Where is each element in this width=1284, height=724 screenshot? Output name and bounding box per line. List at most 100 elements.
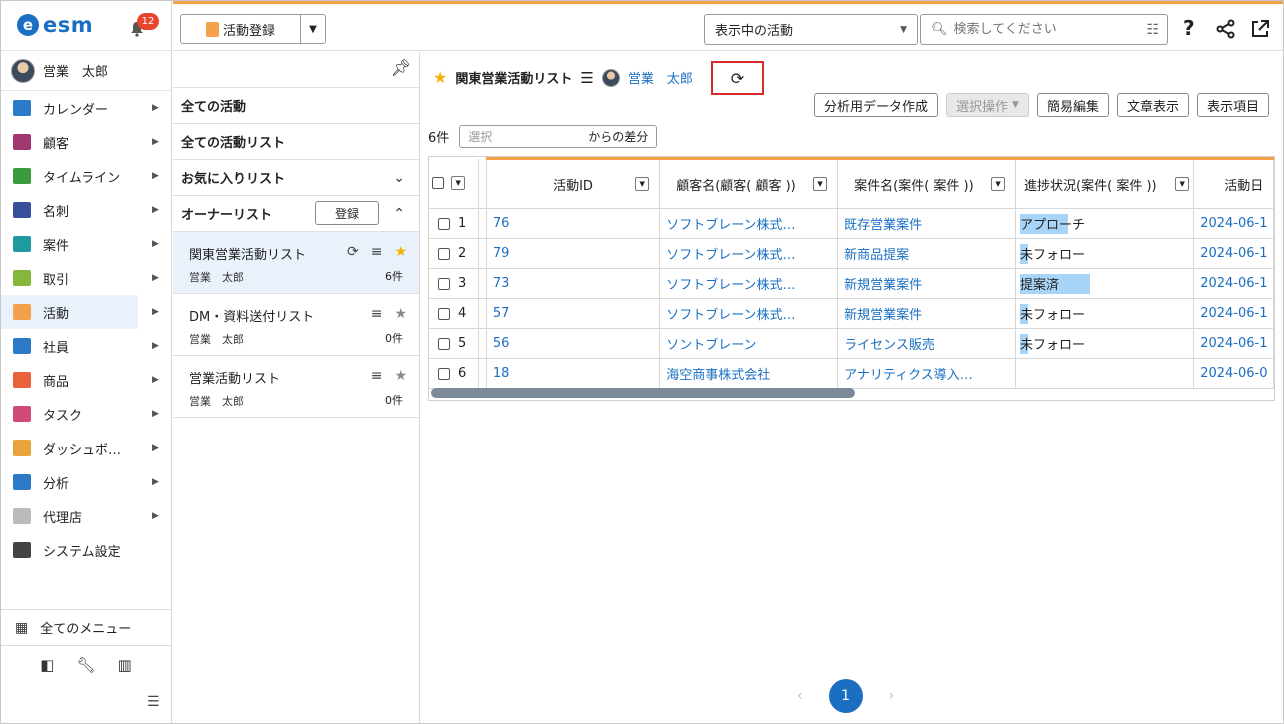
wrench-icon[interactable]: 🔧︎ <box>76 656 95 674</box>
register-main[interactable]: 活動登録 <box>181 15 301 43</box>
select-all-dropdown[interactable]: ▼ <box>451 176 466 191</box>
row-checkbox[interactable] <box>438 217 450 230</box>
sidebar-item[interactable]: 商品 ▶ <box>1 363 171 397</box>
esm-logo[interactable]: e esm <box>17 13 93 37</box>
activity-id-link[interactable]: 79 <box>486 238 661 269</box>
view-select[interactable]: 表示中の活動 ▼ <box>704 14 918 45</box>
header-status[interactable]: 進捗状況(案件( 案件 )) ▼ <box>1015 157 1195 209</box>
sidebar-item[interactable]: システム設定 <box>1 533 171 567</box>
activity-id-link[interactable]: 57 <box>486 298 661 329</box>
sidebar-item[interactable]: 顧客 ▶ <box>1 125 171 159</box>
edit-list-icon[interactable]: ≡ <box>371 368 383 384</box>
favorite-star-icon[interactable]: ★ <box>433 68 447 87</box>
activity-id-link[interactable]: 76 <box>486 208 661 239</box>
column-menu-icon[interactable]: ▼ <box>991 177 1006 191</box>
edit-list-icon[interactable]: ≡ <box>371 244 383 260</box>
filter-settings-icon[interactable]: ☷ <box>1146 22 1159 38</box>
manual-icon[interactable]: ◧ <box>40 656 54 674</box>
table-row[interactable]: 5 56 ソントブレーン ライセンス販売 未フォロー 2024-06-1 <box>429 328 1274 359</box>
deal-link[interactable]: 新規営業案件 <box>837 298 1017 329</box>
sidebar-item[interactable]: タイムライン ▶ <box>1 159 171 193</box>
pin-icon[interactable]: 📌︎ <box>391 58 411 77</box>
table-row[interactable]: 4 57 ソフトブレーン株式… 新規営業案件 未フォロー 2024-06-1 <box>429 298 1274 329</box>
row-checkbox[interactable] <box>438 337 450 350</box>
diff-select[interactable]: 選択 からの差分 <box>459 125 658 148</box>
list-item[interactable]: DM・資料送付リスト 営業 太郎 0件 ≡ ★ <box>173 294 419 356</box>
sidebar-item[interactable]: 活動 ▶ <box>1 295 159 329</box>
customer-link[interactable]: 海空商事株式会社 <box>659 358 839 389</box>
activity-id-link[interactable]: 56 <box>486 328 661 359</box>
activity-id-link[interactable]: 73 <box>486 268 661 299</box>
column-menu-icon[interactable]: ▼ <box>635 177 650 191</box>
select-all-checkbox[interactable] <box>432 177 444 190</box>
search-input[interactable] <box>953 22 1134 37</box>
column-menu-icon[interactable]: ▼ <box>1175 177 1190 191</box>
text-view-button[interactable]: 文章表示 <box>1116 93 1189 117</box>
activity-date-link[interactable]: 2024-06-1 <box>1193 298 1274 329</box>
table-row[interactable]: 1 76 ソフトブレーン株式… 既存営業案件 アプローチ 2024-06-1 <box>429 208 1274 239</box>
activity-id-link[interactable]: 18 <box>486 358 661 389</box>
sidebar-item[interactable]: カレンダー ▶ <box>1 91 171 125</box>
all-lists-link[interactable]: 全ての活動リスト <box>173 124 419 160</box>
sidebar-item[interactable]: 分析 ▶ <box>1 465 171 499</box>
external-link-icon[interactable] <box>1250 19 1270 39</box>
deal-link[interactable]: 既存営業案件 <box>837 208 1017 239</box>
chevron-up-icon[interactable]: ⌃ <box>393 206 405 222</box>
sidebar-item[interactable]: 取引 ▶ <box>1 261 171 295</box>
user-row[interactable]: 営業 太郎 <box>1 51 171 91</box>
refresh-icon[interactable]: ⟳ <box>347 244 359 260</box>
sidebar-item[interactable]: 名刺 ▶ <box>1 193 171 227</box>
favorites-section[interactable]: お気に入りリスト ⌄ <box>173 160 419 196</box>
sidebar-item[interactable]: ダッシュボ… ▶ <box>1 431 171 465</box>
row-checkbox[interactable] <box>438 367 450 380</box>
all-activities-link[interactable]: 全ての活動 <box>173 88 419 124</box>
row-checkbox[interactable] <box>438 247 450 260</box>
quick-edit-button[interactable]: 簡易編集 <box>1036 93 1109 117</box>
customer-link[interactable]: ソフトブレーン株式… <box>659 268 839 299</box>
column-menu-icon[interactable]: ▼ <box>813 177 828 191</box>
all-menu-button[interactable]: ▦ 全てのメニュー <box>1 610 171 646</box>
next-page-icon[interactable]: › <box>889 688 895 704</box>
sidebar-item[interactable]: 社員 ▶ <box>1 329 171 363</box>
prev-page-icon[interactable]: ‹ <box>797 688 803 704</box>
sidebar-item[interactable]: 案件 ▶ <box>1 227 171 261</box>
activity-date-link[interactable]: 2024-06-0 <box>1193 358 1274 389</box>
current-page[interactable]: 1 <box>828 679 863 713</box>
row-checkbox[interactable] <box>438 277 450 290</box>
register-activity-button[interactable]: 活動登録 ▼ <box>180 14 326 44</box>
owner-link[interactable]: 営業 太郎 <box>628 68 693 87</box>
deal-link[interactable]: アナリティクス導入… <box>837 358 1017 389</box>
deal-link[interactable]: ライセンス販売 <box>837 328 1017 359</box>
customer-link[interactable]: ソフトブレーン株式… <box>659 208 839 239</box>
customer-link[interactable]: ソントブレーン <box>659 328 839 359</box>
list-item[interactable]: 関東営業活動リスト 営業 太郎 6件 ⟳ ≡ ★ <box>173 232 419 294</box>
star-icon[interactable]: ★ <box>394 368 407 384</box>
collapse-sidebar-icon[interactable]: ☰ <box>147 694 160 710</box>
owner-lists-section[interactable]: オーナーリスト 登録 ⌃ <box>173 196 419 232</box>
star-icon[interactable]: ★ <box>394 244 407 260</box>
star-icon[interactable]: ★ <box>394 306 407 322</box>
deal-link[interactable]: 新規営業案件 <box>837 268 1017 299</box>
display-items-button[interactable]: 表示項目 <box>1196 93 1269 117</box>
row-checkbox[interactable] <box>438 307 450 320</box>
customer-link[interactable]: ソフトブレーン株式… <box>659 238 839 269</box>
sidebar-item[interactable]: タスク ▶ <box>1 397 171 431</box>
deal-link[interactable]: 新商品提案 <box>837 238 1017 269</box>
edit-list-icon[interactable]: ≡ <box>371 306 383 322</box>
header-customer[interactable]: 顧客名(顧客( 顧客 )) ▼ <box>659 157 839 209</box>
refresh-button[interactable]: ⟳ <box>711 61 764 95</box>
table-icon[interactable]: ▥ <box>118 656 132 674</box>
sidebar-item[interactable]: 代理店 ▶ <box>1 499 171 533</box>
register-dropdown-toggle[interactable]: ▼ <box>301 15 325 43</box>
table-row[interactable]: 6 18 海空商事株式会社 アナリティクス導入… 2024-06-0 <box>429 358 1274 389</box>
activity-date-link[interactable]: 2024-06-1 <box>1193 268 1274 299</box>
help-icon[interactable]: ? <box>1183 16 1195 40</box>
activity-date-link[interactable]: 2024-06-1 <box>1193 208 1274 239</box>
list-item[interactable]: 営業活動リスト 営業 太郎 0件 ≡ ★ <box>173 356 419 418</box>
header-deal[interactable]: 案件名(案件( 案件 )) ▼ <box>837 157 1017 209</box>
register-list-button[interactable]: 登録 <box>315 201 379 225</box>
table-row[interactable]: 3 73 ソフトブレーン株式… 新規営業案件 提案済 2024-06-1 <box>429 268 1274 299</box>
table-row[interactable]: 2 79 ソフトブレーン株式… 新商品提案 未フォロー 2024-06-1 <box>429 238 1274 269</box>
horizontal-scrollbar[interactable] <box>431 388 855 398</box>
activity-date-link[interactable]: 2024-06-1 <box>1193 238 1274 269</box>
